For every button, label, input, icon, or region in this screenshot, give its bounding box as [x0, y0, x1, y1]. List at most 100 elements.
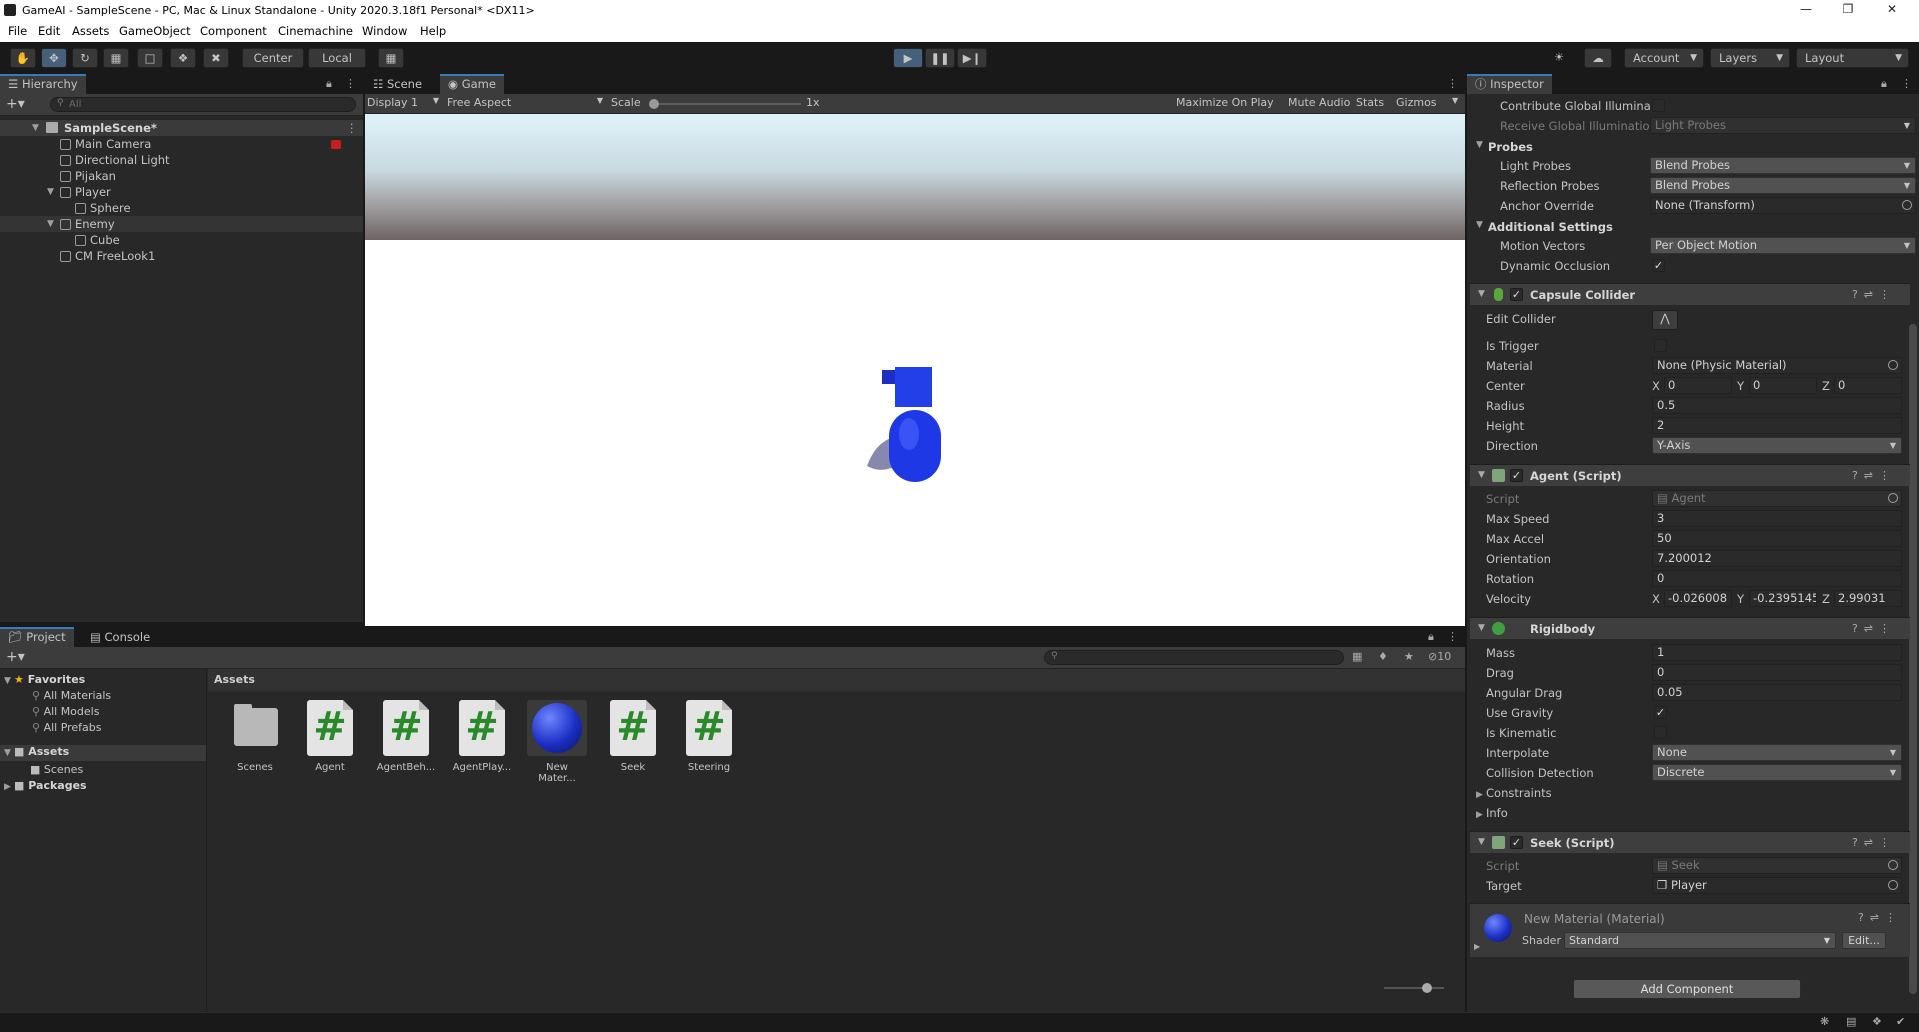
fav-all-materials[interactable]: ⚲ All Materials — [32, 689, 111, 702]
asset-new-material[interactable]: New Mater... — [526, 700, 588, 784]
menu-component[interactable]: Component — [200, 24, 267, 38]
tab-scene[interactable]: ☷ Scene — [365, 74, 430, 94]
info-row[interactable]: ▶ Info — [1476, 804, 1910, 822]
favorites-row[interactable]: ▼ ★ Favorites — [4, 673, 85, 686]
fav-all-models[interactable]: ⚲ All Models — [32, 705, 99, 718]
rotate-tool-icon[interactable]: ↻ — [72, 48, 98, 68]
fav-all-prefabs[interactable]: ⚲ All Prefabs — [32, 721, 102, 734]
more-options-icon[interactable]: ⋮ — [345, 77, 356, 90]
auto-generate-icon[interactable]: ❖ — [1872, 1015, 1882, 1028]
hierarchy-item-player[interactable]: ▼ Player — [0, 184, 363, 200]
add-icon[interactable]: +▾ — [6, 649, 25, 665]
motion-vectors-dropdown[interactable]: Per Object Motion ▼ — [1650, 237, 1916, 254]
pivot-local-button[interactable]: Local — [308, 48, 366, 68]
agent-script-header[interactable]: ▼ ✓ Agent (Script) ?⇌⋮ — [1470, 464, 1910, 486]
hierarchy-item-enemy[interactable]: ▼ Enemy — [0, 216, 363, 232]
additional-settings-section[interactable]: ▼ Additional Settings — [1476, 217, 1910, 237]
filter-type-icon[interactable]: ▦ — [1352, 650, 1362, 663]
is-trigger-checkbox[interactable] — [1654, 339, 1667, 352]
component-menu-icons[interactable]: ?⇌⋮ — [1858, 911, 1902, 924]
shader-dropdown[interactable]: Standard ▼ — [1564, 932, 1836, 949]
orientation-field[interactable]: 7.200012 — [1652, 550, 1902, 567]
breadcrumb-assets[interactable]: Assets — [214, 673, 255, 686]
menu-cinemachine[interactable]: Cinemachine — [278, 24, 353, 38]
project-search-input[interactable]: ⚲ — [1044, 650, 1344, 665]
menu-file[interactable]: File — [8, 24, 27, 38]
chevron-down-icon[interactable]: ▼ — [47, 216, 57, 232]
filter-label-icon[interactable]: ♦ — [1378, 650, 1388, 663]
icon-size-slider[interactable] — [1384, 983, 1444, 993]
transform-tool-icon[interactable]: ❖ — [170, 48, 196, 68]
chevron-down-icon[interactable]: ▼ — [1452, 96, 1458, 105]
custom-tool-icon[interactable]: ✖ — [203, 48, 229, 68]
chevron-right-icon[interactable]: ▶ — [1474, 942, 1480, 951]
is-kinematic-checkbox[interactable] — [1654, 726, 1667, 739]
collision-detection-dropdown[interactable]: Discrete ▼ — [1652, 764, 1902, 781]
cloud-icon[interactable]: ☁ — [1584, 48, 1612, 68]
contribute-gi-checkbox[interactable] — [1652, 99, 1665, 112]
hierarchy-item-cm-freelook[interactable]: CM FreeLook1 — [0, 248, 363, 264]
component-menu-icons[interactable]: ?⇌⋮ — [1852, 288, 1896, 301]
menu-help[interactable]: Help — [420, 24, 446, 38]
aspect-dropdown[interactable]: Free Aspect ▼ — [447, 96, 607, 112]
hand-tool-icon[interactable]: ✋ — [10, 48, 36, 68]
more-options-icon[interactable]: ⋮ — [1447, 630, 1458, 643]
scene-row[interactable]: ▼ SampleScene* ⋮ — [0, 120, 363, 136]
tab-inspector[interactable]: ⓘ Inspector — [1467, 74, 1552, 94]
asset-seek-script[interactable]: # Seek — [602, 700, 664, 773]
anchor-override-field[interactable]: None (Transform) — [1650, 197, 1916, 214]
play-button[interactable]: ▶ — [893, 48, 923, 68]
scale-tool-icon[interactable]: ▦ — [103, 48, 129, 68]
menu-window[interactable]: Window — [362, 24, 407, 38]
menu-gameobject[interactable]: GameObject — [119, 24, 191, 38]
tree-packages-row[interactable]: ▶ ■ Packages — [4, 779, 87, 792]
status-check-icon[interactable]: ✔ — [1896, 1015, 1905, 1028]
asset-agentbehaviour-script[interactable]: # AgentBeh... — [375, 700, 437, 773]
max-speed-field[interactable]: 3 — [1652, 510, 1902, 527]
seek-enabled-checkbox[interactable]: ✓ — [1510, 836, 1523, 849]
velocity-y-field[interactable]: Y -0.2395145 — [1737, 590, 1817, 607]
asset-agent-script[interactable]: # Agent — [299, 700, 361, 773]
bug-icon[interactable]: ❋ — [1820, 1015, 1829, 1028]
interpolate-dropdown[interactable]: None ▼ — [1652, 744, 1902, 761]
chevron-right-icon[interactable]: ▶ — [4, 782, 14, 792]
target-field[interactable]: ❐ Player — [1652, 877, 1902, 894]
account-dropdown[interactable]: Account ▼ — [1624, 48, 1704, 68]
more-options-icon[interactable]: ⋮ — [1447, 77, 1458, 90]
chevron-down-icon[interactable]: ▼ — [47, 184, 57, 200]
asset-scenes-folder[interactable]: Scenes — [224, 700, 286, 773]
stats-button[interactable]: Stats — [1356, 96, 1384, 109]
hierarchy-item-main-camera[interactable]: Main Camera — [0, 136, 363, 152]
lock-icon[interactable]: 🔒︎ — [1881, 77, 1887, 91]
inspector-scrollbar[interactable] — [1909, 324, 1917, 994]
object-picker-icon[interactable] — [1888, 880, 1898, 890]
hierarchy-item-pijakan[interactable]: Pijakan — [0, 168, 363, 184]
collider-material-field[interactable]: None (Physic Material) — [1652, 357, 1902, 374]
capsule-collider-enabled-checkbox[interactable]: ✓ — [1510, 288, 1523, 301]
mute-audio-button[interactable]: Mute Audio — [1288, 96, 1350, 109]
agent-enabled-checkbox[interactable]: ✓ — [1510, 469, 1523, 482]
hierarchy-item-cube[interactable]: Cube — [0, 232, 363, 248]
component-menu-icons[interactable]: ?⇌⋮ — [1852, 469, 1896, 482]
object-picker-icon[interactable] — [1902, 200, 1912, 210]
tree-assets-row[interactable]: ▼ ■ Assets — [0, 745, 206, 761]
center-z-value[interactable]: 0 — [1834, 377, 1902, 394]
close-icon[interactable]: ✕ — [1872, 2, 1912, 18]
pivot-center-button[interactable]: Center — [242, 48, 304, 68]
tab-project[interactable]: 📁︎ Project — [0, 627, 74, 647]
rigidbody-header[interactable]: ▼ Rigidbody ?⇌⋮ — [1470, 617, 1910, 639]
slider-handle[interactable] — [1422, 983, 1432, 993]
scale-slider[interactable] — [649, 99, 801, 109]
step-button[interactable]: ▶❙ — [957, 48, 987, 68]
menu-edit[interactable]: Edit — [38, 24, 60, 38]
more-options-icon[interactable]: ⋮ — [1901, 77, 1912, 90]
scene-menu-icon[interactable]: ⋮ — [346, 120, 358, 136]
radius-field[interactable]: 0.5 — [1652, 397, 1902, 414]
chevron-down-icon[interactable]: ▼ — [4, 748, 14, 758]
pause-button[interactable]: ❚❚ — [925, 48, 955, 68]
velocity-z-value[interactable]: 2.99031 — [1834, 590, 1902, 607]
maximize-on-play-button[interactable]: Maximize On Play — [1176, 96, 1274, 109]
layers-dropdown[interactable]: Layers ▼ — [1710, 48, 1790, 68]
favorite-star-icon[interactable]: ★ — [1404, 650, 1414, 663]
center-x-value[interactable]: 0 — [1664, 377, 1732, 394]
